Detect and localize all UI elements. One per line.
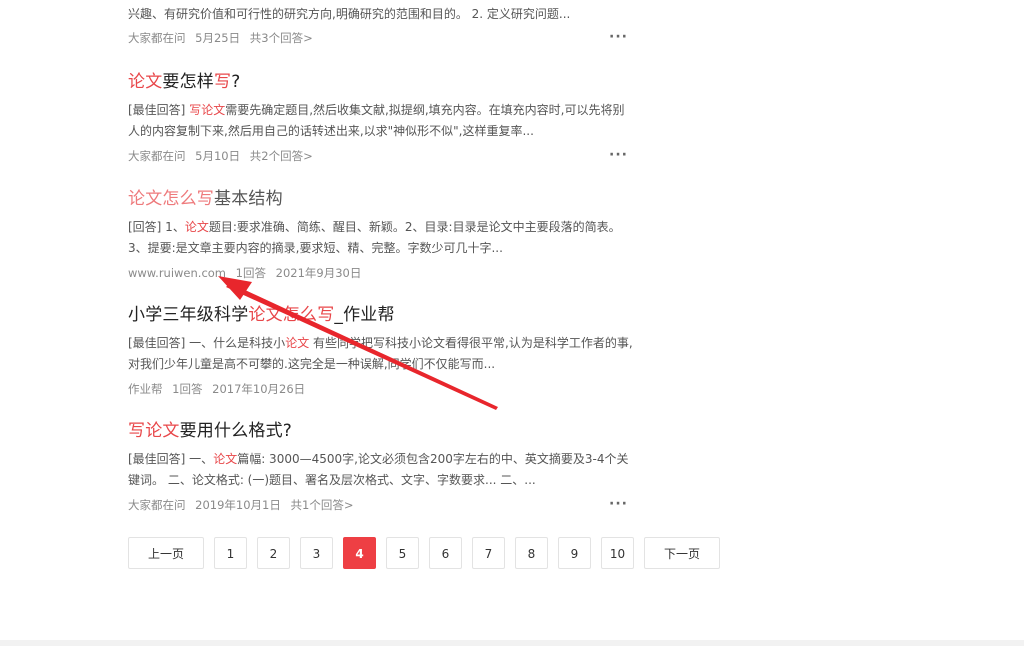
footer-divider — [0, 640, 1024, 646]
highlighted-keyword: 论文 — [128, 72, 163, 92]
meta-date: 2019年10月1日 — [195, 498, 281, 512]
result-item-4: 写论文要用什么格式? [最佳回答] 一、论文篇幅: 3000—4500字,论文必… — [128, 420, 638, 513]
text-fragment: ? — [231, 72, 241, 92]
page-button-9[interactable]: 9 — [558, 537, 591, 569]
meta-date: 2017年10月26日 — [212, 382, 306, 396]
page-button-1[interactable]: 1 — [214, 537, 247, 569]
text-fragment: [最佳回答] 一、什么是科技小 — [128, 336, 286, 350]
highlighted-keyword: 论文怎么写 — [248, 305, 335, 325]
result-meta: 大家都在问 5月10日 共2个回答> ··· — [128, 148, 638, 164]
text-fragment: 小学三年级科学 — [128, 305, 249, 325]
result-title-link[interactable]: 写论文要用什么格式? — [128, 420, 638, 442]
more-options-icon[interactable]: ··· — [609, 497, 628, 511]
result-meta: 大家都在问 5月25日 共3个回答> ··· — [128, 30, 638, 46]
page-button-2[interactable]: 2 — [257, 537, 290, 569]
page-button-6[interactable]: 6 — [429, 537, 462, 569]
text-fragment: 要怎样 — [162, 72, 215, 92]
meta-source: 大家都在问 — [128, 498, 186, 512]
text-fragment: [最佳回答] 一、 — [128, 452, 214, 466]
meta-date: 5月10日 — [195, 149, 241, 163]
more-options-icon[interactable]: ··· — [609, 30, 628, 44]
result-meta: 作业帮 1回答 2017年10月26日 — [128, 381, 638, 397]
result-item-2: 论文怎么写基本结构 [回答] 1、论文题目:要求准确、简练、醒目、新颖。2、目录… — [128, 188, 638, 281]
meta-answers-link[interactable]: 共3个回答> — [250, 31, 313, 45]
meta-source: 大家都在问 — [128, 149, 186, 163]
meta-answer-count: 1回答 — [235, 266, 266, 280]
result-snippet: [最佳回答] 一、论文篇幅: 3000—4500字,论文必须包含200字左右的中… — [128, 449, 633, 491]
meta-answers-link[interactable]: 共2个回答> — [250, 149, 313, 163]
page-button-4-current[interactable]: 4 — [343, 537, 376, 569]
text-fragment: 要用什么格式? — [179, 421, 293, 441]
result-item-1: 论文要怎样写? [最佳回答] 写论文需要先确定题目,然后收集文献,拟提纲,填充内… — [128, 71, 638, 164]
highlighted-keyword: 论文怎么写 — [128, 189, 214, 209]
page-button-5[interactable]: 5 — [386, 537, 419, 569]
result-meta: www.ruiwen.com 1回答 2021年9月30日 — [128, 265, 638, 281]
meta-date: 2021年9月30日 — [275, 266, 362, 280]
text-fragment: [最佳回答] — [128, 103, 190, 117]
result-snippet: [最佳回答] 写论文需要先确定题目,然后收集文献,拟提纲,填充内容。在填充内容时… — [128, 100, 633, 142]
text-fragment: 基本结构 — [214, 189, 283, 209]
highlighted-keyword: 论文 — [184, 220, 209, 234]
result-snippet: [回答] 1、论文题目:要求准确、简练、醒目、新颖。2、目录:目录是论文中主要段… — [128, 217, 633, 259]
meta-answer-count: 1回答 — [172, 382, 203, 396]
page-button-3[interactable]: 3 — [300, 537, 333, 569]
result-meta: 大家都在问 2019年10月1日 共1个回答> ··· — [128, 497, 638, 513]
page-button-10[interactable]: 10 — [601, 537, 634, 569]
result-title-link[interactable]: 小学三年级科学论文怎么写_作业帮 — [128, 304, 638, 326]
highlighted-keyword: 论文 — [213, 452, 238, 466]
prev-page-button[interactable]: 上一页 — [128, 537, 204, 569]
page-button-7[interactable]: 7 — [472, 537, 505, 569]
meta-source: 作业帮 — [128, 382, 163, 396]
result-item-0: 兴趣、有研究价值和可行性的研究方向,明确研究的范围和目的。 2. 定义研究问题.… — [128, 4, 638, 46]
result-snippet: [最佳回答] 一、什么是科技小论文 有些同学把写科技小论文看得很平常,认为是科学… — [128, 333, 633, 375]
page-button-8[interactable]: 8 — [515, 537, 548, 569]
next-page-button[interactable]: 下一页 — [644, 537, 720, 569]
highlighted-keyword: 论文 — [285, 336, 310, 350]
result-item-3: 小学三年级科学论文怎么写_作业帮 [最佳回答] 一、什么是科技小论文 有些同学把… — [128, 304, 638, 397]
text-fragment: 兴趣、有研究价值和可行性的研究方向,明确研究的范围和目的。 2. 定义研究问题.… — [128, 7, 571, 21]
text-fragment: [回答] 1、 — [128, 220, 185, 234]
more-options-icon[interactable]: ··· — [609, 148, 628, 162]
meta-answers-link[interactable]: 共1个回答> — [291, 498, 354, 512]
highlighted-keyword: 写论文 — [189, 103, 226, 117]
meta-date: 5月25日 — [195, 31, 241, 45]
result-title-link[interactable]: 论文要怎样写? — [128, 71, 638, 93]
text-fragment: _作业帮 — [334, 305, 395, 325]
result-title-link[interactable]: 论文怎么写基本结构 — [128, 188, 638, 210]
result-snippet: 兴趣、有研究价值和可行性的研究方向,明确研究的范围和目的。 2. 定义研究问题.… — [128, 4, 633, 25]
meta-source: 大家都在问 — [128, 31, 186, 45]
meta-source-url: www.ruiwen.com — [128, 266, 227, 280]
highlighted-keyword: 写论文 — [128, 421, 180, 441]
highlighted-keyword: 写 — [214, 72, 232, 92]
